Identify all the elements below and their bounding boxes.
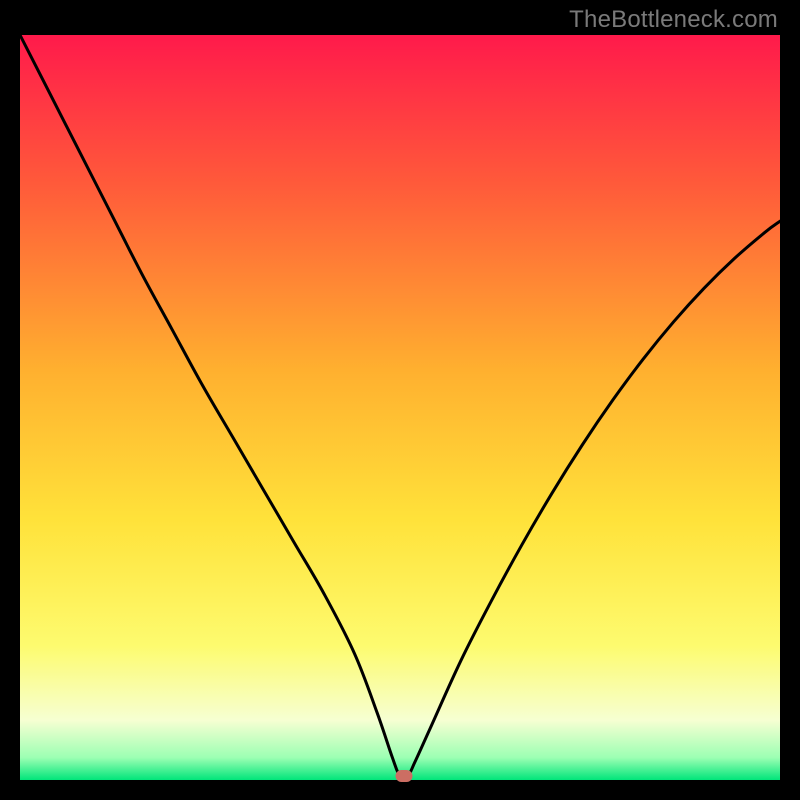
bottleneck-curve	[20, 35, 780, 780]
chart-frame	[20, 35, 780, 780]
optimal-point-marker	[395, 770, 412, 782]
watermark-text: TheBottleneck.com	[569, 6, 778, 34]
